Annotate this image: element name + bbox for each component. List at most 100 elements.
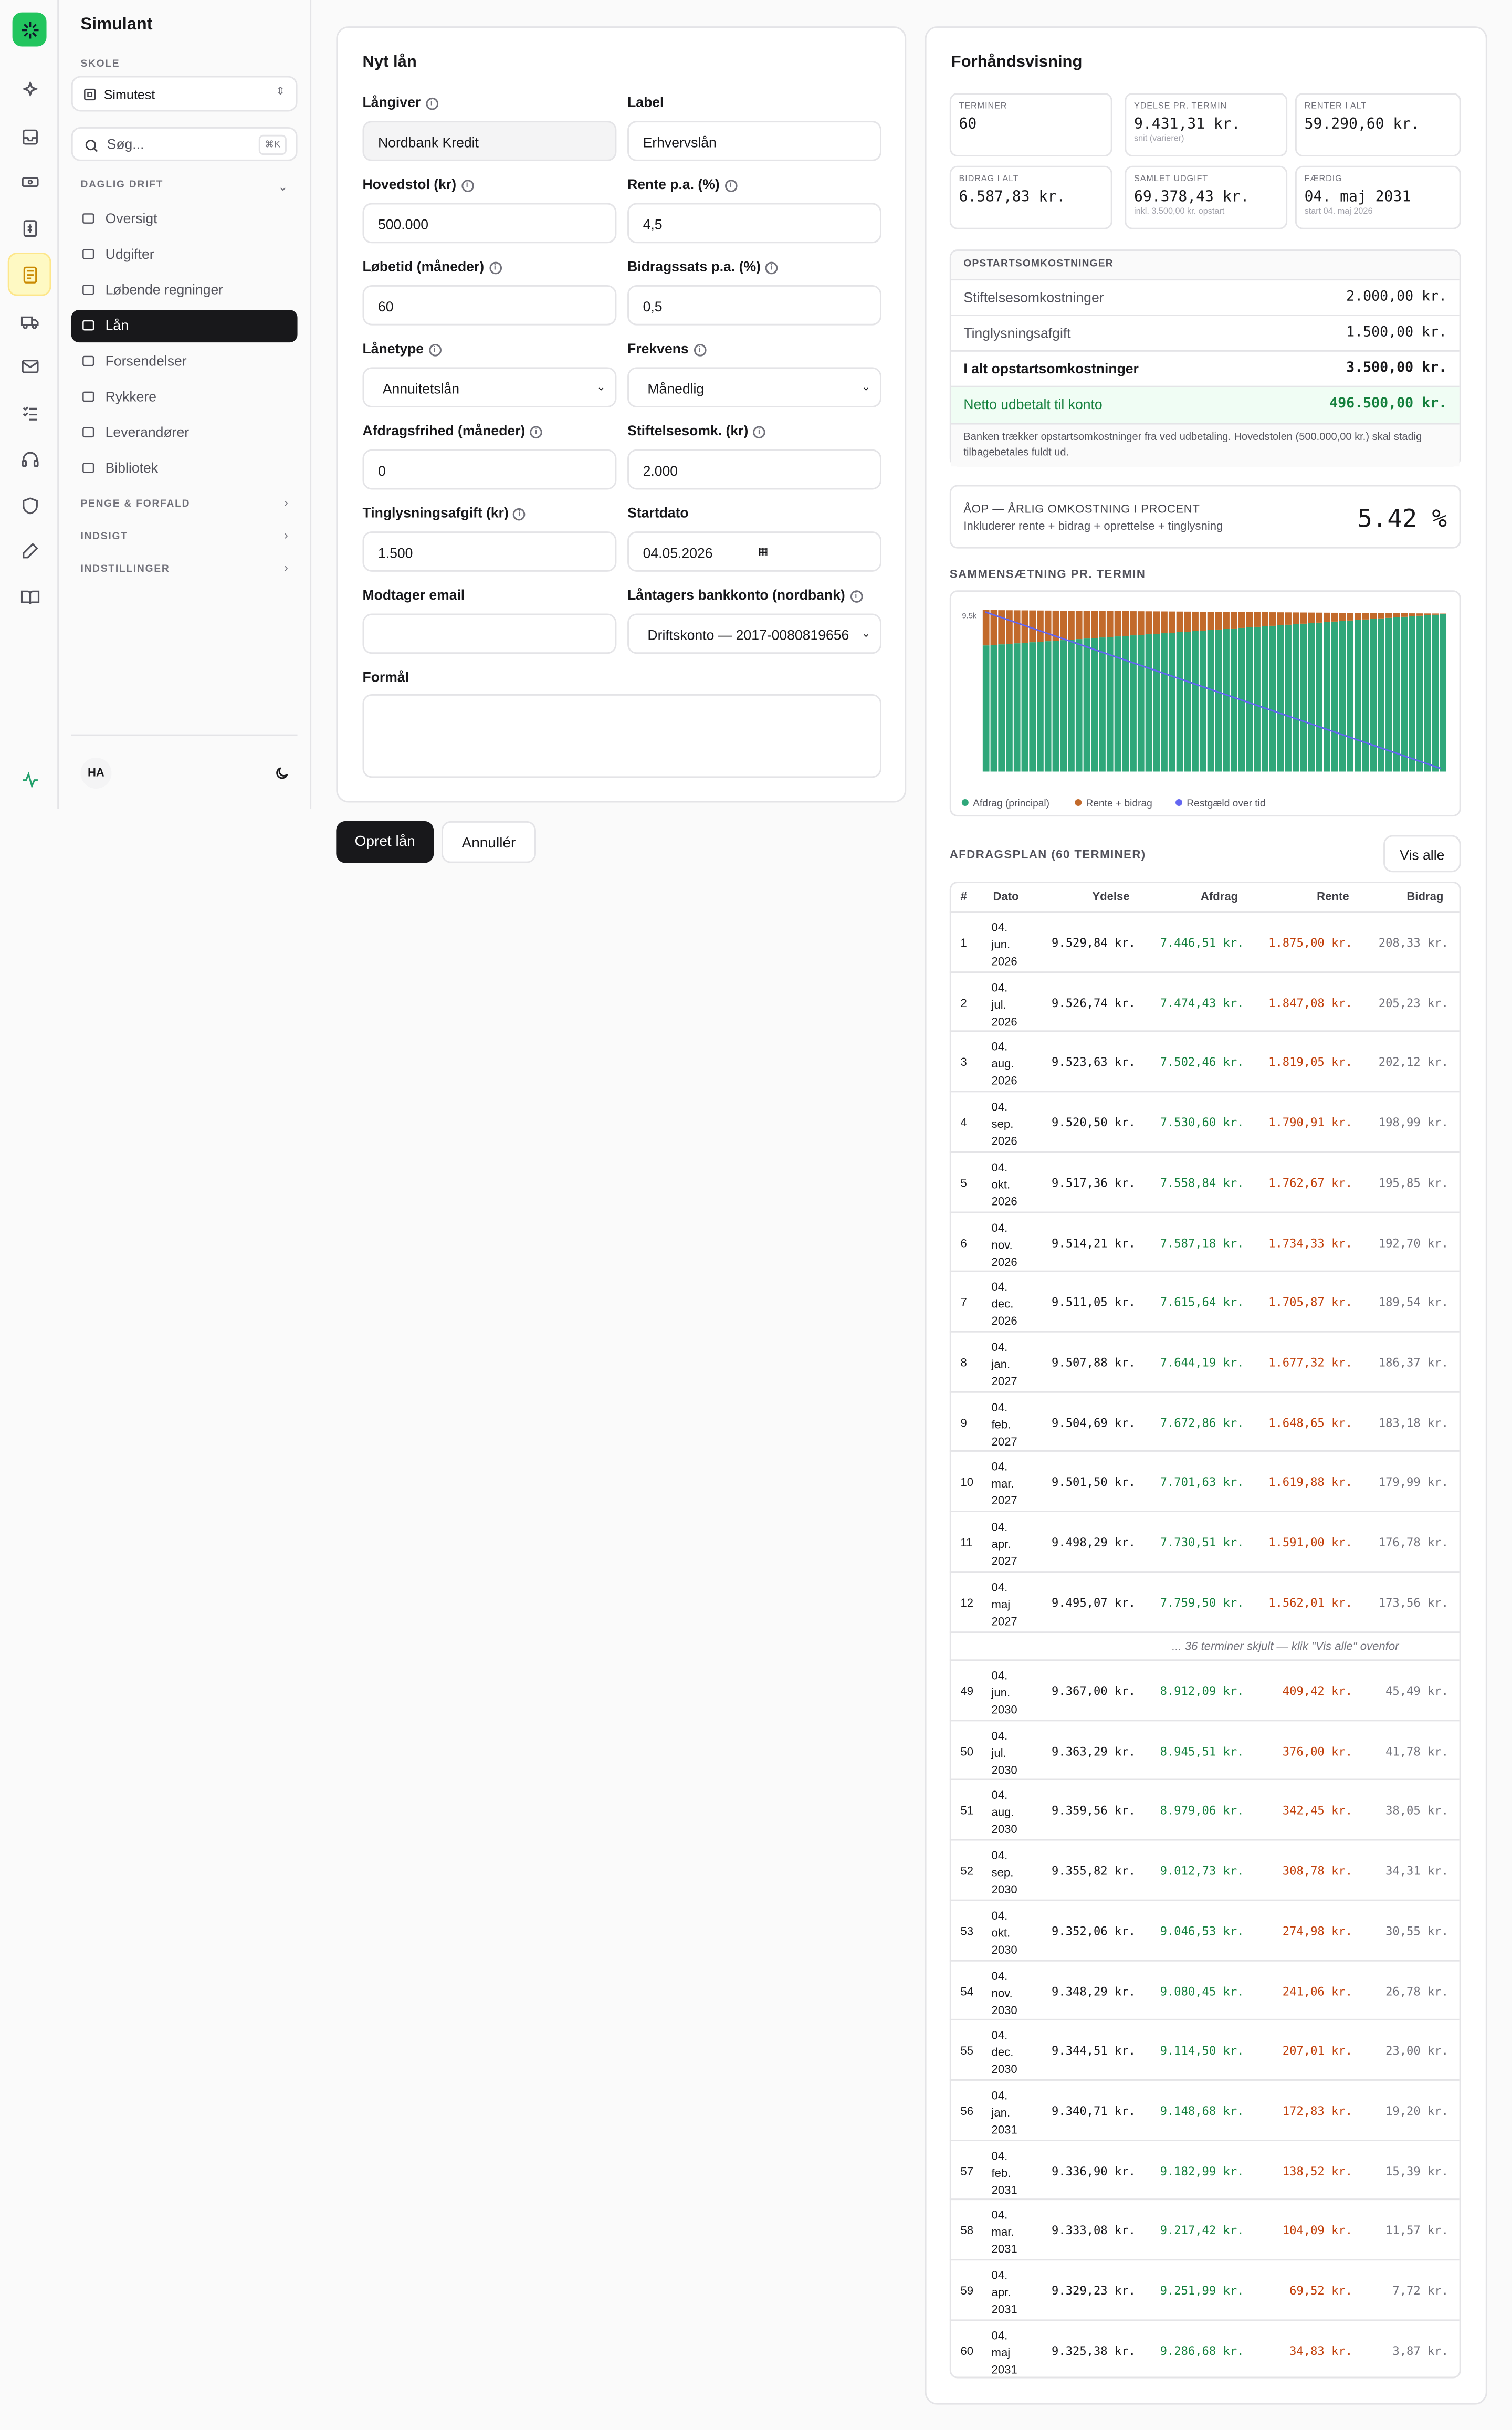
- lanetype-select[interactable]: Annuitetslån ⌄: [362, 367, 617, 408]
- row-number: 52: [960, 1864, 974, 1878]
- lanetype-value: Annuitetslån: [382, 381, 460, 397]
- cancel-button[interactable]: Annullér: [441, 821, 536, 863]
- row-number: 59: [960, 2284, 974, 2298]
- bar-rente: [1192, 611, 1199, 631]
- search-input[interactable]: Søg... ⌘K: [71, 127, 298, 161]
- pen-icon[interactable]: [14, 535, 45, 565]
- sidebar-item-5[interactable]: Forsendelser: [71, 345, 298, 378]
- inbox-icon[interactable]: [14, 121, 45, 152]
- chevron-down-icon[interactable]: ⌄: [278, 180, 288, 194]
- checklist-icon[interactable]: [14, 396, 45, 427]
- info-icon[interactable]: i: [753, 426, 765, 439]
- sidebar-item-3[interactable]: Løbende regninger: [71, 274, 298, 307]
- row-number: 53: [960, 1924, 974, 1938]
- lobetid-input[interactable]: 60: [362, 285, 617, 326]
- bar-rente: [998, 610, 1005, 645]
- purpose-textarea[interactable]: [362, 694, 882, 778]
- bidrag-input[interactable]: 0,5: [627, 285, 882, 326]
- row-interest: 376,00 kr.: [1282, 1744, 1353, 1758]
- schedule-title: AFDRAGSPLAN (60 TERMINER): [949, 847, 1146, 862]
- book-open-icon[interactable]: [14, 581, 45, 612]
- create-loan-button[interactable]: Opret lån: [336, 821, 434, 863]
- row-date: 04. okt. 2030: [991, 1908, 1017, 1957]
- label-input[interactable]: Erhvervslån: [627, 121, 882, 161]
- sparkles-icon[interactable]: [14, 75, 45, 106]
- info-icon[interactable]: i: [460, 180, 474, 192]
- langiver-input[interactable]: Nordbank Kredit: [362, 121, 617, 161]
- row-fee: 34,31 kr.: [1385, 1864, 1448, 1878]
- cost-label: Stiftelsesomkostninger: [963, 289, 1104, 306]
- info-icon[interactable]: i: [693, 344, 706, 357]
- sidebar-item-8[interactable]: Bibliotek: [71, 453, 298, 485]
- sidebar-item-2[interactable]: Udgifter: [71, 238, 298, 271]
- app-logo-icon[interactable]: [12, 12, 47, 47]
- info-icon[interactable]: i: [513, 508, 526, 521]
- bar-rente: [1393, 613, 1400, 617]
- grid-icon: [82, 213, 94, 224]
- hovedstol-input[interactable]: 500.000: [362, 203, 617, 244]
- sidebar-item-label: Løbende regninger: [105, 282, 224, 298]
- avatar[interactable]: HA: [80, 757, 112, 789]
- nav-section-money[interactable]: PENGE & FORFALD: [80, 499, 190, 510]
- chevron-right-icon[interactable]: ›: [284, 528, 288, 542]
- row-fee: 192,70 kr.: [1378, 1235, 1448, 1250]
- info-icon[interactable]: i: [849, 590, 863, 603]
- cost-value: 2.000,00 kr.: [1346, 289, 1447, 306]
- moon-icon[interactable]: [274, 766, 290, 781]
- row-fee: 19,20 kr.: [1385, 2103, 1448, 2118]
- bar-afdrag: [1037, 642, 1044, 772]
- activity-icon[interactable]: [14, 764, 45, 795]
- nav-section-daily[interactable]: DAGLIG DRIFT: [80, 180, 163, 191]
- show-all-button[interactable]: Vis alle: [1383, 835, 1461, 873]
- shield-icon[interactable]: [14, 489, 45, 520]
- mail-icon[interactable]: [14, 350, 45, 381]
- bar-afdrag: [1424, 615, 1431, 772]
- stiftelse-input[interactable]: 2.000: [627, 449, 882, 490]
- banknote-icon[interactable]: [14, 166, 45, 197]
- row-payment: 9.520,50 kr.: [1052, 1115, 1136, 1130]
- dollar-icon[interactable]: [14, 212, 45, 243]
- info-icon[interactable]: i: [724, 180, 737, 192]
- row-principal: 7.587,18 kr.: [1160, 1235, 1244, 1250]
- startdato-input[interactable]: 04.05.2026 ▦: [627, 531, 882, 572]
- bar-rente: [1006, 610, 1013, 644]
- aop-subtitle: Inkluderer rente + bidrag + oprettelse +…: [963, 519, 1223, 533]
- sidebar-item-1[interactable]: Oversigt: [71, 203, 298, 236]
- rente-label-text: Rente p.a. (%): [627, 176, 720, 192]
- headset-icon[interactable]: [14, 443, 45, 474]
- sidebar-item-6[interactable]: Rykkere: [71, 381, 298, 414]
- sidebar-item-4[interactable]: Lån: [71, 310, 298, 343]
- row-interest: 207,01 kr.: [1282, 2044, 1353, 2058]
- frekvens-select[interactable]: Månedlig ⌄: [627, 367, 882, 408]
- row-payment: 9.504,69 kr.: [1052, 1415, 1136, 1430]
- row-principal: 9.182,99 kr.: [1160, 2164, 1244, 2178]
- search-shortcut: ⌘K: [258, 134, 287, 155]
- tinglysning-input[interactable]: 1.500: [362, 531, 617, 572]
- sidebar-item-7[interactable]: Leverandører: [71, 417, 298, 449]
- afdragsfrihed-input[interactable]: 0: [362, 449, 617, 490]
- row-interest: 172,83 kr.: [1282, 2103, 1353, 2118]
- school-icon: [84, 88, 96, 101]
- bankkonto-select[interactable]: Driftskonto — 2017-0080819656 ⌄: [627, 613, 882, 654]
- info-icon[interactable]: i: [428, 344, 441, 357]
- workspace-select[interactable]: Simutest ⇕: [71, 76, 298, 112]
- bar-afdrag: [1401, 616, 1408, 772]
- info-icon[interactable]: i: [765, 261, 778, 275]
- stat-card: RENTER I ALT 59.290,60 kr.: [1295, 93, 1461, 157]
- chevron-right-icon[interactable]: ›: [284, 561, 288, 575]
- info-icon[interactable]: i: [489, 261, 501, 275]
- info-icon[interactable]: i: [530, 426, 542, 439]
- nav-section-insight[interactable]: INDSIGT: [80, 531, 128, 542]
- row-interest: 34,83 kr.: [1289, 2343, 1353, 2358]
- nav-section-settings[interactable]: INDSTILLINGER: [80, 564, 170, 575]
- info-icon[interactable]: i: [425, 97, 438, 110]
- calculator-icon[interactable]: [7, 252, 51, 296]
- truck-icon[interactable]: [14, 305, 45, 336]
- row-number: 7: [960, 1295, 967, 1310]
- rente-input[interactable]: 4,5: [627, 203, 882, 244]
- email-input[interactable]: [362, 613, 617, 654]
- calendar-icon[interactable]: ▦: [758, 546, 769, 558]
- bar-rente: [1176, 611, 1183, 633]
- bar-rente: [1362, 613, 1369, 620]
- chevron-right-icon[interactable]: ›: [284, 496, 288, 510]
